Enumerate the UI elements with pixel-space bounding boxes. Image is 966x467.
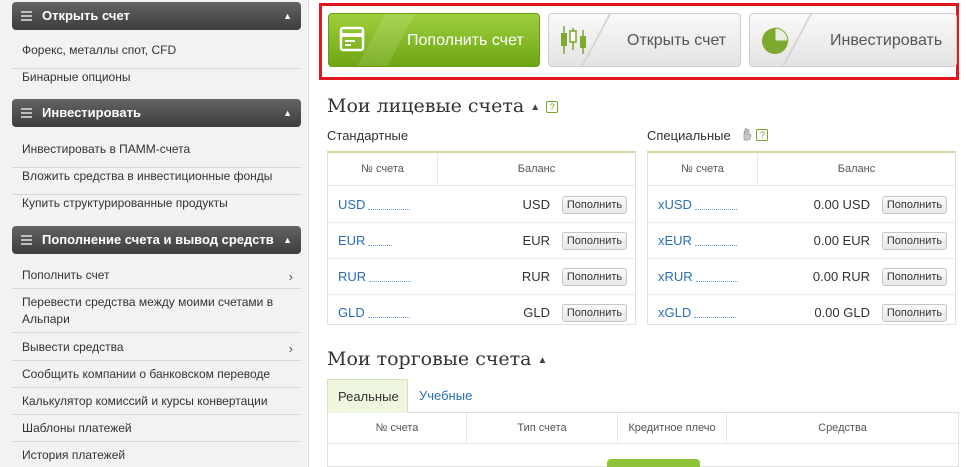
sidebar-item-calculator[interactable]: Калькулятор комиссий и курсы конвертации	[12, 393, 301, 415]
standard-accounts-label: Стандартные	[327, 128, 409, 143]
chevron-right-icon: ›	[288, 269, 293, 284]
account-link[interactable]: GLD	[338, 305, 410, 320]
account-link[interactable]: xUSD	[658, 197, 737, 212]
collapse-triangle-icon[interactable]: ▲	[538, 355, 548, 366]
section-title: Пополнение счета и вывод средств	[42, 232, 274, 247]
open-account-button-label: Открыть счет	[627, 32, 727, 49]
sidebar-item-transfer[interactable]: Перевести средства между моими счетами в…	[12, 294, 301, 333]
topup-button[interactable]: Пополнить	[882, 232, 947, 250]
menu-icon	[21, 11, 32, 21]
column-header-funds: Средства	[727, 413, 958, 444]
open-account-button[interactable]: Открыть счет	[548, 13, 741, 67]
chevron-right-icon: ›	[288, 341, 293, 356]
help-icon[interactable]: ?	[756, 129, 769, 141]
account-link[interactable]: RUR	[338, 269, 412, 284]
sidebar-item-withdraw[interactable]: Вывести средства ›	[12, 339, 301, 361]
account-link[interactable]: xRUR	[658, 269, 738, 284]
collapse-triangle-icon: ▲	[283, 108, 292, 118]
action-buttons-highlight: Пополнить счет Открыть счет Инвестироват…	[319, 3, 959, 80]
sidebar: Открыть счет ▲ Форекс, металлы спот, CFD…	[0, 0, 309, 467]
balance-value: 0.00 GLD	[814, 305, 870, 320]
hand-pointer-icon	[743, 128, 752, 141]
sidebar-item-deposit[interactable]: Пополнить счет ›	[12, 267, 301, 289]
invest-button-label: Инвестировать	[830, 32, 943, 49]
standard-accounts-table: № счета Баланс USD USD Пополнить EUR EUR…	[327, 151, 636, 325]
balance-value: EUR	[522, 233, 550, 248]
balance-value: USD	[522, 197, 550, 212]
section-header-open-account[interactable]: Открыть счет ▲	[12, 2, 301, 30]
balance-value: GLD	[523, 305, 550, 320]
column-header-leverage: Кредитное плечо	[618, 413, 726, 444]
sidebar-item-forex[interactable]: Форекс, металлы спот, CFD	[12, 42, 301, 69]
topup-button[interactable]: Пополнить	[882, 268, 947, 286]
topup-button[interactable]: Пополнить	[562, 268, 627, 286]
topup-button[interactable]: Пополнить	[882, 304, 947, 322]
section-header-payments[interactable]: Пополнение счета и вывод средств ▲	[12, 226, 301, 254]
account-link[interactable]: EUR	[338, 233, 393, 248]
candlestick-icon	[561, 26, 586, 54]
topup-button[interactable]: Пополнить	[562, 232, 627, 250]
menu-icon	[21, 108, 32, 118]
column-header-balance: Баланс	[438, 153, 635, 186]
trading-section-title: Мои торговые счета ▲	[327, 348, 548, 370]
table-row: RUR RUR Пополнить	[328, 259, 635, 295]
column-header-account: № счета	[648, 153, 757, 186]
collapse-triangle-icon: ▲	[283, 235, 292, 245]
table-row: xUSD 0.00 USD Пополнить	[648, 187, 955, 223]
tab-real[interactable]: Реальные	[327, 379, 408, 413]
topup-button[interactable]: Пополнить	[562, 304, 627, 322]
account-link[interactable]: xGLD	[658, 305, 737, 320]
balance-value: 0.00 EUR	[813, 233, 870, 248]
sidebar-item-structured[interactable]: Купить структурированные продукты	[12, 195, 301, 217]
balance-value: 0.00 RUR	[812, 269, 870, 284]
section-title: Инвестировать	[42, 105, 141, 120]
help-icon[interactable]: ?	[546, 101, 559, 113]
account-link[interactable]: USD	[338, 197, 411, 212]
table-row: EUR EUR Пополнить	[328, 223, 635, 259]
deposit-button[interactable]: Пополнить счет	[328, 13, 540, 67]
collapse-triangle-icon[interactable]: ▲	[530, 102, 540, 113]
table-row: xEUR 0.00 EUR Пополнить	[648, 223, 955, 259]
sidebar-item-bank-transfer[interactable]: Сообщить компании о банковском переводе	[12, 366, 301, 388]
table-row: xRUR 0.00 RUR Пополнить	[648, 259, 955, 295]
section-title: Открыть счет	[42, 8, 130, 23]
table-row: xGLD 0.00 GLD Пополнить	[648, 295, 955, 331]
invest-button[interactable]: Инвестировать	[749, 13, 957, 67]
balance-value: RUR	[521, 269, 550, 284]
special-accounts-label: Специальные ?	[647, 128, 769, 143]
wallet-icon	[339, 26, 365, 52]
ledger-section-title: Мои лицевые счета ▲?	[327, 95, 559, 117]
column-header-account: № счета	[328, 413, 466, 444]
column-header-type: Тип счета	[467, 413, 617, 444]
sidebar-item-templates[interactable]: Шаблоны платежей	[12, 420, 301, 442]
sidebar-item-pamm[interactable]: Инвестировать в ПАММ-счета	[12, 141, 301, 168]
menu-icon	[21, 235, 32, 245]
sidebar-item-binary-options[interactable]: Бинарные опционы	[12, 69, 301, 91]
table-row: GLD GLD Пополнить	[328, 295, 635, 331]
topup-button[interactable]: Пополнить	[882, 196, 947, 214]
trading-tabs: Реальные Учебные	[327, 379, 959, 413]
sidebar-item-history[interactable]: История платежей	[12, 447, 301, 467]
column-header-account: № счета	[328, 153, 437, 186]
sidebar-item-funds[interactable]: Вложить средства в инвестиционные фонды	[12, 168, 301, 195]
special-accounts-table: № счета Баланс xUSD 0.00 USD Пополнить x…	[647, 151, 956, 325]
account-link[interactable]: xEUR	[658, 233, 737, 248]
pie-chart-icon	[762, 27, 789, 54]
column-header-balance: Баланс	[758, 153, 955, 186]
tab-demo[interactable]: Учебные	[409, 379, 482, 413]
trading-accounts-table: № счета Тип счета Кредитное плечо Средст…	[327, 413, 959, 467]
topup-button[interactable]: Пополнить	[562, 196, 627, 214]
open-account-button-partial[interactable]	[607, 459, 700, 467]
balance-value: 0.00 USD	[813, 197, 870, 212]
table-row: USD USD Пополнить	[328, 187, 635, 223]
collapse-triangle-icon: ▲	[283, 11, 292, 21]
section-header-invest[interactable]: Инвестировать ▲	[12, 99, 301, 127]
deposit-button-label: Пополнить счет	[407, 32, 524, 49]
